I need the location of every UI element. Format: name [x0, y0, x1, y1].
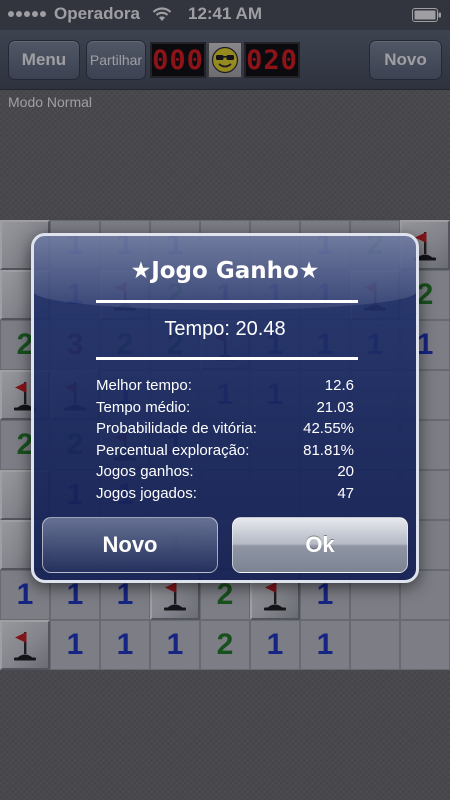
stat-label: Jogos jogados: — [96, 484, 197, 502]
stats-list: Melhor tempo: 12.6 Tempo médio: 21.03 Pr… — [96, 375, 354, 504]
stat-label: Melhor tempo: — [96, 377, 192, 394]
stat-label: Probabilidade de vitória: — [96, 420, 257, 437]
divider — [96, 300, 358, 303]
game-time: Tempo: 20.48 — [164, 318, 286, 340]
stat-average-time: Tempo médio: 21.03 — [96, 397, 354, 419]
divider — [96, 357, 358, 360]
stat-label: Percentual exploração: — [96, 441, 250, 459]
stat-value: 42.55% — [303, 420, 354, 437]
stat-value: 21.03 — [316, 398, 354, 416]
stat-value: 20 — [337, 463, 354, 480]
stat-value: 47 — [337, 484, 354, 502]
stat-games-played: Jogos jogados: 47 — [96, 483, 354, 505]
stat-value: 81.81% — [303, 441, 354, 459]
stat-games-won: Jogos ganhos: 20 — [96, 461, 354, 483]
dialog-new-game-button[interactable]: Novo — [42, 517, 218, 573]
dialog-title: ★Jogo Ganho★ — [130, 258, 320, 284]
dialog-ok-button[interactable]: Ok — [232, 517, 408, 573]
stat-best-time: Melhor tempo: 12.6 — [96, 375, 354, 397]
stat-value: 12.6 — [324, 377, 354, 394]
stat-label: Tempo médio: — [96, 398, 191, 416]
stat-label: Jogos ganhos: — [96, 463, 194, 480]
game-won-dialog: ★Jogo Ganho★ Tempo: 20.48 Melhor tempo: … — [31, 233, 419, 583]
stat-exploration: Percentual exploração: 81.81% — [96, 440, 354, 462]
stat-win-probability: Probabilidade de vitória: 42.55% — [96, 418, 354, 440]
